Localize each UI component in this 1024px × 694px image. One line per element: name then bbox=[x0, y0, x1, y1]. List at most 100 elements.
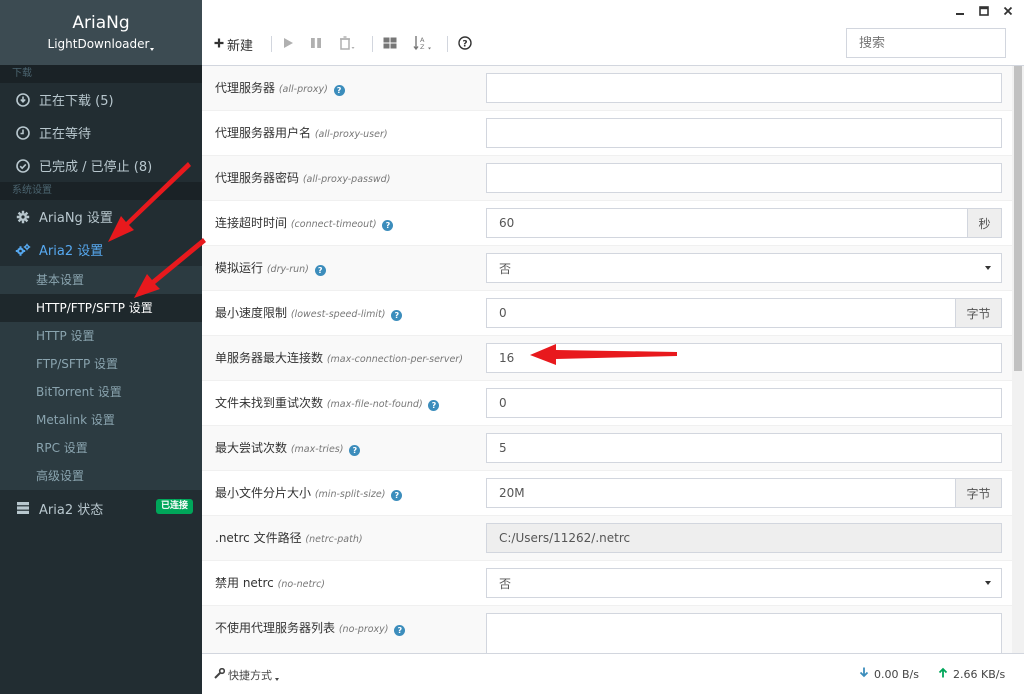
setting-key: (dry-run) bbox=[266, 264, 309, 275]
window-controls bbox=[954, 5, 1014, 19]
scrollbar-thumb[interactable] bbox=[1014, 66, 1022, 371]
toolbar: 新建 AZ ? bbox=[202, 0, 1024, 66]
upload-speed: 2.66 KB/s bbox=[938, 667, 1005, 681]
question-circle-icon: ? bbox=[458, 35, 472, 53]
select-all-button[interactable] bbox=[383, 33, 397, 55]
no-proxy-textarea[interactable] bbox=[486, 613, 1002, 653]
connected-badge: 已连接 bbox=[155, 499, 193, 514]
subnav-http[interactable]: HTTP 设置 bbox=[0, 322, 202, 350]
nav-aria2-settings[interactable]: Aria2 设置 bbox=[0, 233, 202, 266]
nav-ariang-settings[interactable]: AriaNg 设置 bbox=[0, 200, 202, 233]
search-input[interactable] bbox=[859, 35, 1024, 51]
toolbar-divider bbox=[271, 36, 272, 52]
pause-button[interactable] bbox=[310, 33, 322, 55]
setting-label: 模拟运行 (dry-run) ? bbox=[215, 246, 326, 290]
setting-name: 最小文件分片大小 bbox=[215, 486, 312, 500]
setting-label: 最小速度限制 (lowest-speed-limit) ? bbox=[215, 291, 403, 335]
sort-button[interactable]: AZ bbox=[413, 33, 433, 55]
toolbar-divider bbox=[372, 36, 373, 52]
setting-label: 连接超时时间 (connect-timeout) ? bbox=[215, 201, 394, 245]
help-icon[interactable]: ? bbox=[428, 400, 440, 411]
clock-icon bbox=[15, 125, 31, 141]
help-icon[interactable]: ? bbox=[391, 310, 403, 321]
nav-downloading[interactable]: 正在下载 (5) bbox=[0, 83, 202, 116]
minimize-icon[interactable] bbox=[954, 5, 966, 19]
help-icon[interactable]: ? bbox=[349, 445, 361, 456]
wrench-icon bbox=[214, 667, 226, 682]
setting-row-no-netrc: 禁用 netrc (no-netrc) 否 bbox=[202, 561, 1012, 606]
setting-label: 代理服务器 (all-proxy) ? bbox=[215, 66, 345, 110]
rpc-selector[interactable]: LightDownloader bbox=[0, 37, 202, 51]
lowest-speed-limit-input[interactable]: 0 bbox=[486, 298, 956, 328]
all-proxy-passwd-input[interactable] bbox=[486, 163, 1002, 193]
gear-icon bbox=[15, 209, 31, 225]
settings-list: 代理服务器 (all-proxy) ? 代理服务器用户名 (all-proxy-… bbox=[202, 66, 1012, 653]
trash-icon bbox=[339, 35, 355, 53]
setting-row-max-connection-per-server: 单服务器最大连接数 (max-connection-per-server) 16 bbox=[202, 336, 1012, 381]
min-split-size-input[interactable]: 20M bbox=[486, 478, 956, 508]
connect-timeout-input[interactable]: 60 bbox=[486, 208, 968, 238]
new-task-button[interactable]: 新建 bbox=[214, 33, 253, 55]
footer: 快捷方式 0.00 B/s 2.66 KB/s bbox=[202, 653, 1024, 694]
nav-waiting[interactable]: 正在等待 bbox=[0, 116, 202, 149]
help-icon[interactable]: ? bbox=[391, 490, 403, 501]
help-icon[interactable]: ? bbox=[333, 85, 345, 96]
delete-button[interactable] bbox=[339, 33, 355, 55]
caret-down-icon bbox=[985, 581, 991, 585]
setting-name: 模拟运行 bbox=[215, 261, 264, 275]
all-proxy-user-input[interactable] bbox=[486, 118, 1002, 148]
subnav-bittorrent[interactable]: BitTorrent 设置 bbox=[0, 378, 202, 406]
max-tries-input[interactable]: 5 bbox=[486, 433, 1002, 463]
brand-header: AriaNg LightDownloader bbox=[0, 0, 202, 65]
download-speed-value: 0.00 B/s bbox=[874, 667, 919, 681]
setting-key: (connect-timeout) bbox=[290, 219, 377, 230]
setting-row-all-proxy-passwd: 代理服务器密码 (all-proxy-passwd) bbox=[202, 156, 1012, 201]
main-panel: 新建 AZ ? 代理服务器 (all-proxy) ? bbox=[202, 0, 1024, 694]
caret-down-icon bbox=[275, 677, 279, 681]
subnav-rpc[interactable]: RPC 设置 bbox=[0, 434, 202, 462]
scrollbar[interactable] bbox=[1012, 66, 1024, 653]
no-netrc-select[interactable]: 否 bbox=[486, 568, 1002, 598]
setting-key: (all-proxy-passwd) bbox=[302, 174, 391, 185]
play-icon bbox=[282, 37, 294, 52]
setting-name: .netrc 文件路径 bbox=[215, 531, 302, 545]
setting-key: (min-split-size) bbox=[314, 489, 386, 500]
sort-alpha-icon: AZ bbox=[413, 35, 433, 54]
setting-label: 禁用 netrc (no-netrc) bbox=[215, 561, 325, 605]
server-icon bbox=[15, 500, 31, 516]
subnav-basic[interactable]: 基本设置 bbox=[0, 266, 202, 294]
svg-text:?: ? bbox=[462, 39, 467, 49]
sidebar: AriaNg LightDownloader 下载 正在下载 (5) 正在等待 … bbox=[0, 0, 202, 694]
setting-row-netrc-path: .netrc 文件路径 (netrc-path) C:/Users/11262/… bbox=[202, 516, 1012, 561]
pause-icon bbox=[310, 37, 322, 52]
maximize-icon[interactable] bbox=[978, 5, 990, 19]
close-icon[interactable] bbox=[1002, 5, 1014, 19]
all-proxy-input[interactable] bbox=[486, 73, 1002, 103]
nav-aria2-status[interactable]: Aria2 状态 已连接 bbox=[0, 490, 202, 526]
setting-key: (netrc-path) bbox=[305, 534, 363, 545]
max-connection-per-server-input[interactable]: 16 bbox=[486, 343, 1002, 373]
unit-addon: 字节 bbox=[956, 298, 1002, 328]
setting-name: 单服务器最大连接数 bbox=[215, 351, 324, 365]
max-file-not-found-input[interactable]: 0 bbox=[486, 388, 1002, 418]
dry-run-select[interactable]: 否 bbox=[486, 253, 1002, 283]
subnav-ftp-sftp[interactable]: FTP/SFTP 设置 bbox=[0, 350, 202, 378]
subnav-advanced[interactable]: 高级设置 bbox=[0, 462, 202, 490]
setting-row-max-file-not-found: 文件未找到重试次数 (max-file-not-found) ? 0 bbox=[202, 381, 1012, 426]
app-title: AriaNg bbox=[72, 13, 130, 33]
caret-down-icon bbox=[150, 48, 155, 51]
shortcut-menu[interactable]: 快捷方式 bbox=[214, 667, 279, 683]
start-button[interactable] bbox=[282, 33, 294, 55]
help-button[interactable]: ? bbox=[458, 33, 472, 55]
nav-stopped[interactable]: 已完成 / 已停止 (8) bbox=[0, 149, 202, 182]
subnav-metalink[interactable]: Metalink 设置 bbox=[0, 406, 202, 434]
setting-name: 文件未找到重试次数 bbox=[215, 396, 324, 410]
help-icon[interactable]: ? bbox=[382, 220, 394, 231]
subnav-http-ftp-sftp[interactable]: HTTP/FTP/SFTP 设置 bbox=[0, 294, 202, 322]
help-icon[interactable]: ? bbox=[314, 265, 326, 276]
setting-label: 单服务器最大连接数 (max-connection-per-server) bbox=[215, 336, 463, 380]
shortcut-label: 快捷方式 bbox=[228, 669, 272, 682]
netrc-path-input: C:/Users/11262/.netrc bbox=[486, 523, 1002, 553]
unit-addon: 字节 bbox=[956, 478, 1002, 508]
help-icon[interactable]: ? bbox=[394, 625, 406, 636]
